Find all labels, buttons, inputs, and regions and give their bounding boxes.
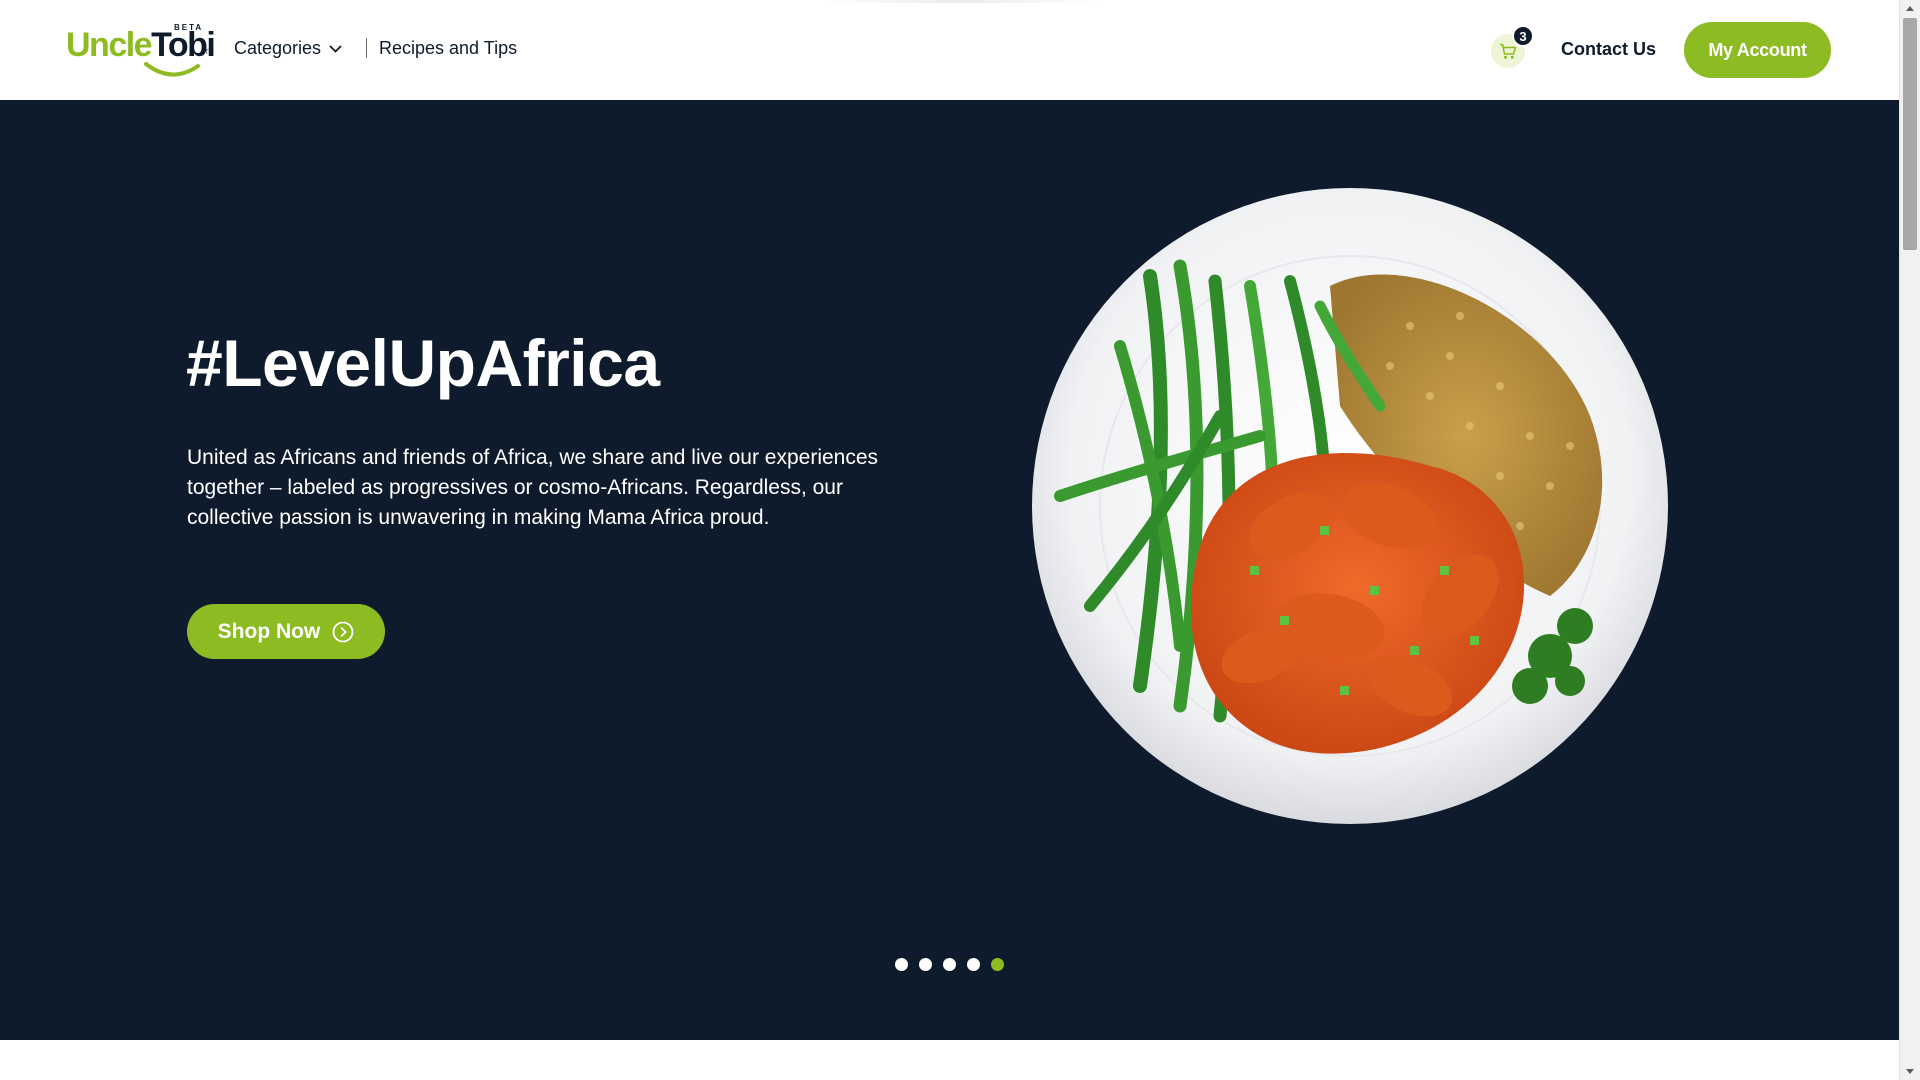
shop-now-label: Shop Now (217, 619, 321, 643)
site-header: BETA UncleTobi TM Categories Recipes and… (0, 0, 1899, 101)
nav-categories-label: Categories (234, 38, 322, 58)
hero-title: #LevelUpAfrica (186, 326, 660, 400)
cart-icon (1500, 43, 1517, 59)
logo-trademark: TM (205, 50, 214, 56)
carousel-dot[interactable] (967, 958, 980, 971)
hero-food-plate-image (1032, 188, 1668, 824)
top-shadow-decoration (820, 0, 1100, 3)
carousel-dot[interactable] (919, 958, 932, 971)
carousel-dot-active[interactable] (991, 958, 1004, 971)
my-account-button[interactable]: My Account (1684, 22, 1831, 78)
scrollbar-thumb[interactable] (1903, 18, 1917, 250)
carousel-dot[interactable] (895, 958, 908, 971)
cart-count-badge: 3 (1512, 25, 1534, 47)
nav-divider (366, 38, 367, 58)
scroll-down-arrow-icon[interactable] (1900, 1063, 1920, 1080)
page-scrollbar[interactable] (1899, 0, 1920, 1080)
scroll-up-arrow-icon[interactable] (1900, 0, 1920, 17)
logo-wordmark: UncleTobi (66, 26, 216, 64)
arrow-circle-right-icon (332, 621, 354, 642)
contact-us-link[interactable]: Contact Us (1561, 39, 1656, 60)
uncle-tobi-logo[interactable]: BETA UncleTobi TM (66, 18, 216, 78)
carousel-dot[interactable] (943, 958, 956, 971)
hero-banner: #LevelUpAfrica United as Africans and fr… (0, 100, 1899, 1040)
logo-word-tobi: Tobi (151, 26, 216, 64)
nav-recipes-link[interactable]: Recipes and Tips (379, 38, 517, 59)
chevron-down-icon (329, 44, 342, 53)
nav-categories-dropdown[interactable]: Categories (234, 38, 342, 59)
logo-word-uncle: Uncle (66, 26, 153, 64)
hero-description: United as Africans and friends of Africa… (187, 446, 879, 529)
carousel-pagination (895, 958, 1004, 971)
shop-now-button[interactable]: Shop Now (187, 604, 385, 659)
logo-smile-icon (144, 62, 200, 77)
